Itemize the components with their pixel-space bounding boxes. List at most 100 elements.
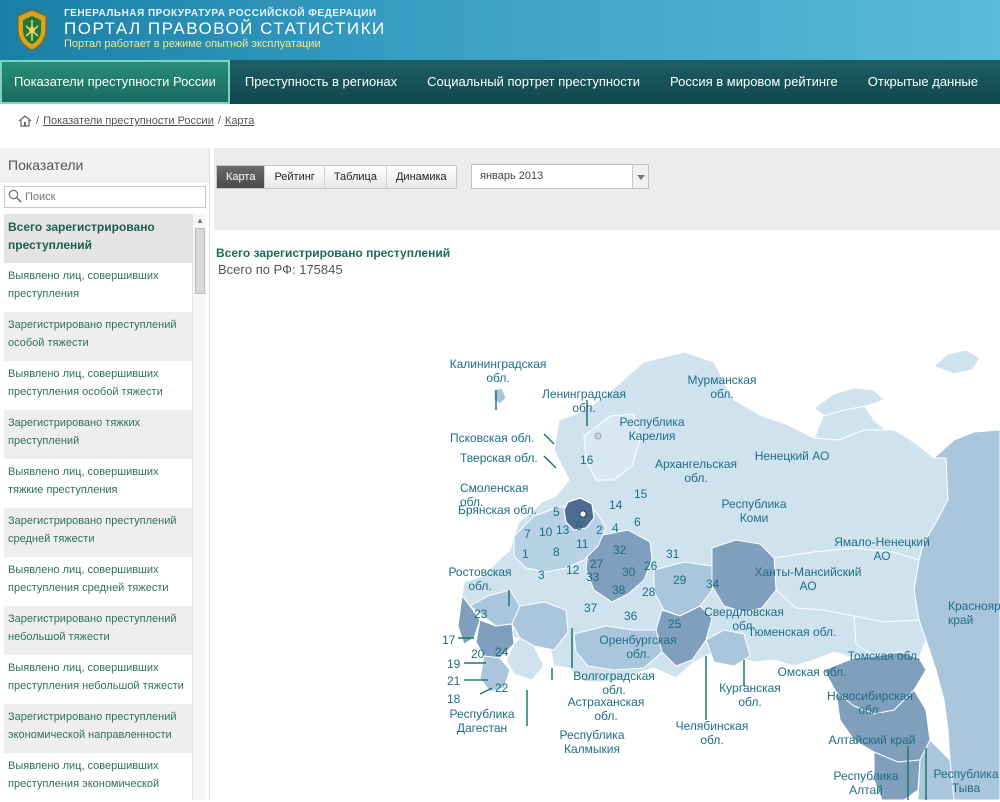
- region-number[interactable]: 31: [666, 547, 680, 561]
- region-number[interactable]: 34: [706, 577, 720, 591]
- region-number[interactable]: 19: [447, 657, 461, 671]
- chevron-down-icon[interactable]: [632, 165, 648, 188]
- region-number[interactable]: 11: [576, 537, 589, 551]
- region-number[interactable]: 2: [596, 523, 603, 537]
- region-number[interactable]: 7: [524, 527, 531, 541]
- region-label-line2: обл.: [468, 579, 491, 593]
- indicator-item[interactable]: Зарегистрировано преступлений небольшой …: [4, 606, 192, 655]
- region-label-line2: обл.: [626, 647, 649, 661]
- region-label-kalmykia[interactable]: Республика Калмыкия: [559, 728, 624, 756]
- region-label-dagestan[interactable]: Республика Дагестан: [449, 707, 514, 735]
- breadcrumb-link-map[interactable]: Карта: [225, 115, 254, 127]
- nav-item-about[interactable]: О: [993, 60, 1000, 104]
- region-number[interactable]: 6: [634, 515, 641, 529]
- region-number[interactable]: 15: [634, 487, 648, 501]
- region-number[interactable]: 28: [642, 585, 656, 599]
- region-number[interactable]: 37: [584, 601, 598, 615]
- region-label-bryansk[interactable]: Брянская обл.: [458, 503, 537, 517]
- capital-marker[interactable]: [579, 510, 587, 518]
- region-number[interactable]: 4: [612, 521, 619, 535]
- sidebar-scrollbar[interactable]: ▲: [192, 214, 206, 800]
- region-label-line2: Коми: [740, 511, 769, 525]
- region-label-line2: АО: [799, 579, 816, 593]
- region-label-nenets[interactable]: Ненецкий АО: [755, 449, 830, 463]
- nav-item-social-portrait[interactable]: Социальный портрет преступности: [412, 60, 655, 104]
- region-number[interactable]: 16: [580, 453, 594, 467]
- region-number[interactable]: 8: [553, 545, 560, 559]
- scroll-thumb[interactable]: [195, 228, 205, 294]
- region-label-tver[interactable]: Тверская обл.: [460, 451, 538, 465]
- region-label-astrakhan[interactable]: Астраханская обл.: [568, 695, 645, 723]
- indicator-item[interactable]: Выявлено лиц, совершивших преступления о…: [4, 361, 192, 410]
- indicator-item[interactable]: Выявлено лиц, совершивших преступления: [4, 263, 192, 312]
- region-number[interactable]: 1: [522, 547, 529, 561]
- region-label-volgograd[interactable]: Волгоградская обл.: [573, 669, 655, 697]
- indicator-item[interactable]: Выявлено лиц, совершивших тяжкие преступ…: [4, 459, 192, 508]
- region-label-kurgan[interactable]: Курганская обл.: [719, 681, 781, 709]
- region-number[interactable]: 38: [612, 583, 626, 597]
- tab-table[interactable]: Таблица: [324, 166, 387, 188]
- region-number[interactable]: 30: [622, 565, 636, 579]
- russia-map-svg[interactable]: Калининградская обл. Ленинградская обл. Му…: [214, 290, 1000, 800]
- portal-title[interactable]: ПОРТАЛ ПРАВОВОЙ СТАТИСТИКИ: [64, 19, 386, 39]
- breadcrumb-link-indicators[interactable]: Показатели преступности России: [43, 115, 214, 127]
- region-label-omsk[interactable]: Омская обл.: [778, 665, 847, 679]
- period-select[interactable]: январь 2013: [471, 164, 649, 189]
- tab-rating[interactable]: Рейтинг: [265, 166, 325, 188]
- region-number[interactable]: 18: [447, 692, 461, 706]
- prosecutor-emblem-icon: [17, 9, 47, 51]
- indicator-item[interactable]: Зарегистрировано преступлений средней тя…: [4, 508, 192, 557]
- region-label-tomsk[interactable]: Томская обл.: [848, 649, 921, 663]
- region-number[interactable]: 33: [586, 570, 600, 584]
- search-icon: [8, 189, 22, 203]
- region-number[interactable]: 26: [644, 559, 658, 573]
- region-number[interactable]: 20: [471, 647, 485, 661]
- region-number[interactable]: 27: [590, 557, 604, 571]
- region-number[interactable]: 3: [538, 568, 545, 582]
- region-label-karelia[interactable]: Республика Карелия: [619, 415, 684, 443]
- indicator-title: Всего зарегистрировано преступлений: [216, 246, 451, 260]
- nav-item-world-rating[interactable]: Россия в мировом рейтинге: [655, 60, 853, 104]
- region-number[interactable]: 5: [553, 505, 560, 519]
- nav-item-open-data[interactable]: Открытые данные: [853, 60, 993, 104]
- region-number[interactable]: 25: [668, 617, 682, 631]
- russia-map[interactable]: Калининградская обл. Ленинградская обл. Му…: [214, 290, 1000, 800]
- home-icon[interactable]: [18, 115, 32, 127]
- region-number[interactable]: 29: [673, 573, 687, 587]
- region-number[interactable]: 10: [539, 525, 553, 539]
- indicator-item[interactable]: Зарегистрировано преступлений экономичес…: [4, 704, 192, 753]
- region-number[interactable]: 32: [613, 543, 627, 557]
- view-tabs: Карта Рейтинг Таблица Динамика: [216, 165, 457, 189]
- region-number[interactable]: 9: [576, 519, 583, 533]
- nav-item-russia-indicators[interactable]: Показатели преступности России: [0, 60, 230, 104]
- indicator-item[interactable]: Выявлено лиц, совершивших преступления э…: [4, 753, 192, 802]
- tab-dynamics[interactable]: Динамика: [386, 166, 456, 188]
- region-number[interactable]: 24: [495, 645, 509, 659]
- breadcrumb-separator: /: [217, 115, 221, 127]
- indicator-item[interactable]: Зарегистрировано преступлений особой тяж…: [4, 312, 192, 361]
- region-number[interactable]: 14: [609, 498, 623, 512]
- leader-line: [543, 455, 557, 469]
- indicator-item[interactable]: Выявлено лиц, совершивших преступления н…: [4, 655, 192, 704]
- region-label-chelyabinsk[interactable]: Челябинская обл.: [676, 719, 749, 747]
- region-number[interactable]: 36: [624, 609, 638, 623]
- region-label-tyumen[interactable]: Тюменская обл.: [748, 625, 837, 639]
- region-shape-new-siberian-isl[interactable]: [933, 349, 981, 375]
- indicator-item[interactable]: Зарегистрировано тяжких преступлений: [4, 410, 192, 459]
- region-number[interactable]: 23: [474, 607, 488, 621]
- search-input[interactable]: [25, 189, 201, 205]
- indicator-item[interactable]: Всего зарегистрировано преступлений: [4, 214, 192, 263]
- region-number[interactable]: 13: [556, 523, 570, 537]
- scroll-up-icon[interactable]: ▲: [196, 216, 204, 225]
- tab-map[interactable]: Карта: [217, 166, 266, 188]
- indicator-item[interactable]: Выявлено лиц, совершивших преступления с…: [4, 557, 192, 606]
- region-label-altai-krai[interactable]: Алтайский край: [828, 733, 915, 747]
- region-label-kaliningrad[interactable]: Калининградская обл.: [450, 357, 547, 385]
- st-petersburg-marker[interactable]: [594, 432, 602, 440]
- region-number[interactable]: 17: [442, 633, 456, 647]
- region-label-pskov[interactable]: Псковская обл.: [450, 431, 534, 445]
- region-number[interactable]: 12: [566, 563, 580, 577]
- region-number[interactable]: 21: [447, 674, 461, 688]
- region-number[interactable]: 22: [495, 681, 509, 695]
- nav-item-regions[interactable]: Преступность в регионах: [230, 60, 412, 104]
